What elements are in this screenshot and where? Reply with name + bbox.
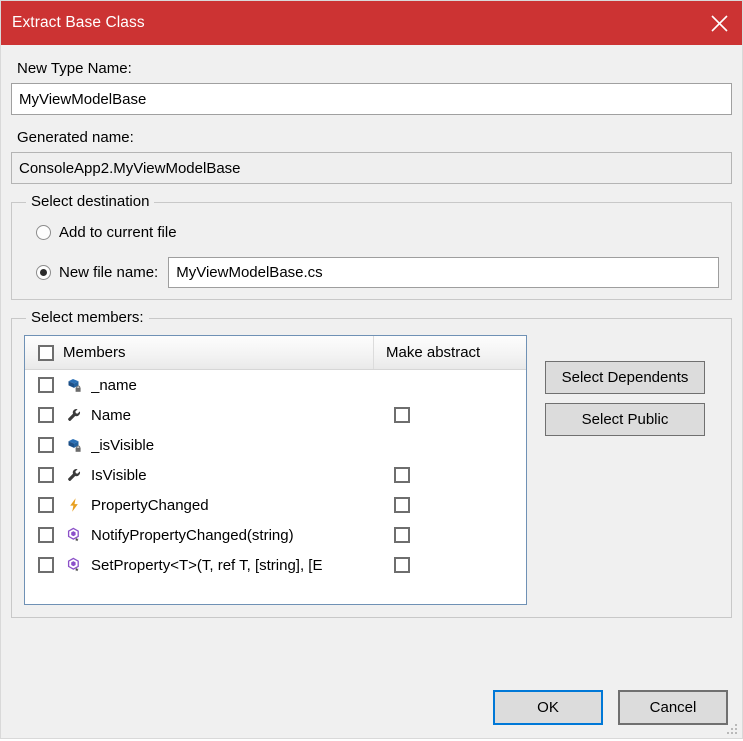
make-abstract-checkbox[interactable] xyxy=(394,467,410,483)
row-left: Name xyxy=(25,406,374,424)
member-label: IsVisible xyxy=(91,467,147,484)
members-column-label: Members xyxy=(63,344,126,361)
select-members-group: Select members: Members Make abstract xyxy=(11,318,732,618)
generated-name-label: Generated name: xyxy=(17,129,732,146)
member-checkbox[interactable] xyxy=(38,497,54,513)
new-type-name-input[interactable]: MyViewModelBase xyxy=(11,83,732,115)
row-left: IsVisible xyxy=(25,466,374,484)
table-row[interactable]: NotifyPropertyChanged(string) xyxy=(25,520,526,550)
make-abstract-column-label: Make abstract xyxy=(386,344,480,361)
member-label: PropertyChanged xyxy=(91,497,209,514)
row-right xyxy=(374,467,526,483)
dialog-footer: OK Cancel xyxy=(493,690,728,725)
select-dependents-button[interactable]: Select Dependents xyxy=(545,361,705,394)
property-icon xyxy=(65,406,83,424)
make-abstract-checkbox[interactable] xyxy=(394,527,410,543)
member-checkbox[interactable] xyxy=(38,437,54,453)
member-action-buttons: Select Dependents Select Public xyxy=(545,335,705,436)
select-destination-title: Select destination xyxy=(26,193,154,210)
table-row[interactable]: IsVisible xyxy=(25,460,526,490)
extract-base-class-dialog: Extract Base Class New Type Name: MyView… xyxy=(0,0,743,739)
make-abstract-checkbox[interactable] xyxy=(394,497,410,513)
event-icon xyxy=(65,496,83,514)
private-field-icon xyxy=(65,376,83,394)
row-right xyxy=(374,527,526,543)
radio-label-add-current: Add to current file xyxy=(59,224,177,241)
cancel-button[interactable]: Cancel xyxy=(618,690,728,725)
row-left: SetProperty<T>(T, ref T, [string], [E xyxy=(25,556,374,574)
member-checkbox[interactable] xyxy=(38,527,54,543)
member-checkbox[interactable] xyxy=(38,467,54,483)
select-public-button[interactable]: Select Public xyxy=(545,403,705,436)
table-row[interactable]: PropertyChanged xyxy=(25,490,526,520)
members-listview[interactable]: Members Make abstract xyxy=(24,335,527,605)
generated-name-value: ConsoleApp2.MyViewModelBase xyxy=(11,152,732,184)
row-left: NotifyPropertyChanged(string) xyxy=(25,526,374,544)
table-row[interactable]: _name xyxy=(25,370,526,400)
members-column-header[interactable]: Members xyxy=(25,336,374,369)
make-abstract-checkbox[interactable] xyxy=(394,407,410,423)
member-checkbox[interactable] xyxy=(38,407,54,423)
protected-method-icon xyxy=(65,556,83,574)
member-label: _isVisible xyxy=(91,437,154,454)
ok-button[interactable]: OK xyxy=(493,690,603,725)
row-left: _name xyxy=(25,376,374,394)
private-field-icon xyxy=(65,436,83,454)
protected-method-icon xyxy=(65,526,83,544)
table-row[interactable]: Name xyxy=(25,400,526,430)
window-title: Extract Base Class xyxy=(1,14,145,32)
select-all-checkbox[interactable] xyxy=(38,345,54,361)
select-members-title: Select members: xyxy=(26,309,149,326)
radio-label-new-file: New file name: xyxy=(59,264,158,281)
new-type-name-label: New Type Name: xyxy=(17,60,732,77)
row-right xyxy=(374,407,526,423)
row-left: PropertyChanged xyxy=(25,496,374,514)
table-row[interactable]: SetProperty<T>(T, ref T, [string], [E xyxy=(25,550,526,580)
close-icon[interactable] xyxy=(696,1,742,45)
member-label: Name xyxy=(91,407,131,424)
select-destination-group: Select destination Add to current file N… xyxy=(11,202,732,300)
radio-icon-add-current[interactable] xyxy=(36,225,51,240)
dialog-body: New Type Name: MyViewModelBase Generated… xyxy=(1,45,742,738)
radio-add-to-current-file[interactable]: Add to current file xyxy=(36,217,719,247)
members-area: Members Make abstract xyxy=(24,335,719,605)
member-checkbox[interactable] xyxy=(38,557,54,573)
table-row[interactable]: _isVisible xyxy=(25,430,526,460)
title-bar: Extract Base Class xyxy=(1,1,742,45)
new-file-name-input[interactable]: MyViewModelBase.cs xyxy=(168,257,719,288)
resize-grip-icon[interactable] xyxy=(725,722,739,736)
row-right xyxy=(374,497,526,513)
radio-new-file-name[interactable]: New file name: MyViewModelBase.cs xyxy=(36,257,719,287)
member-label: NotifyPropertyChanged(string) xyxy=(91,527,294,544)
make-abstract-checkbox[interactable] xyxy=(394,557,410,573)
row-left: _isVisible xyxy=(25,436,374,454)
members-list-header: Members Make abstract xyxy=(25,336,526,370)
member-label: _name xyxy=(91,377,137,394)
make-abstract-column-header[interactable]: Make abstract xyxy=(374,344,480,361)
member-label: SetProperty<T>(T, ref T, [string], [E xyxy=(91,557,322,574)
property-icon xyxy=(65,466,83,484)
radio-icon-new-file[interactable] xyxy=(36,265,51,280)
member-checkbox[interactable] xyxy=(38,377,54,393)
row-right xyxy=(374,557,526,573)
